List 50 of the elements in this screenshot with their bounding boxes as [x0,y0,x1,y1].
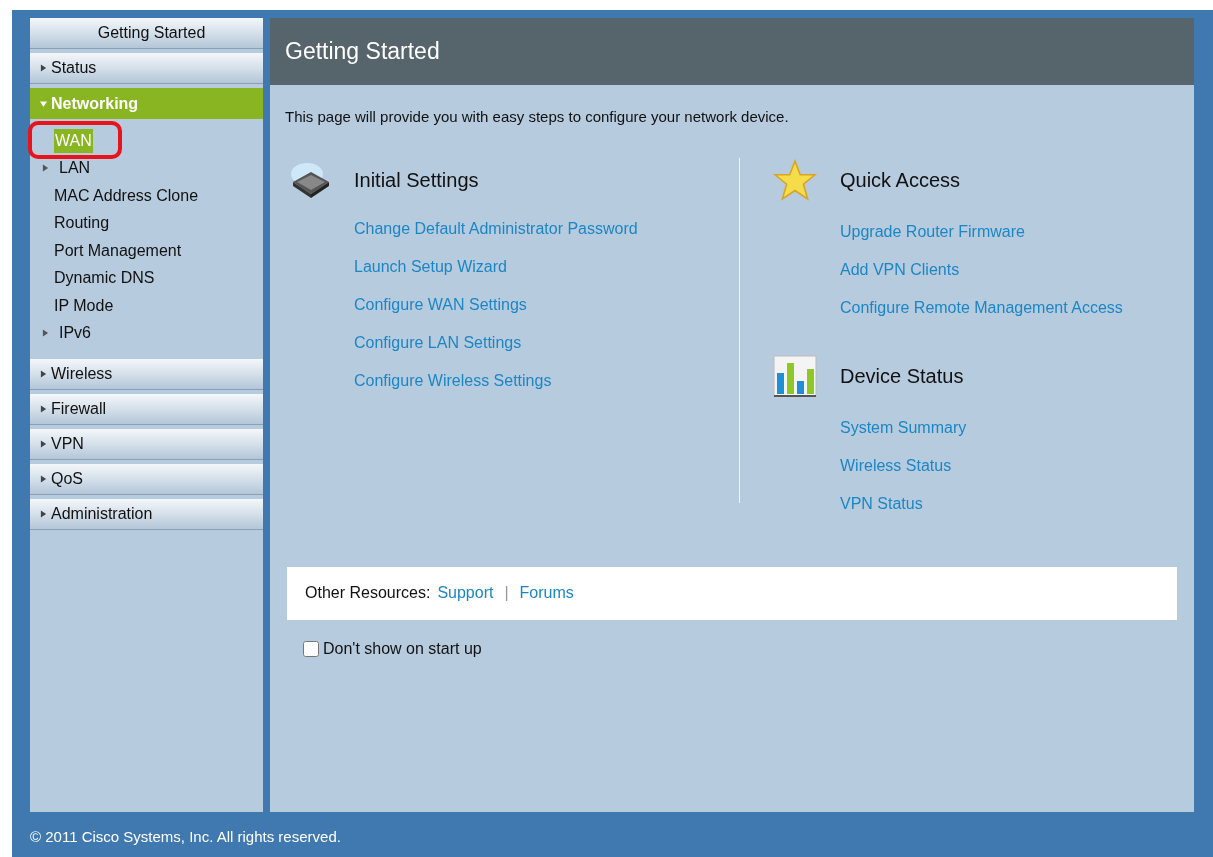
separator: | [503,583,510,603]
nav-item[interactable]: VPN [30,429,263,460]
section-title: Initial Settings [354,167,479,193]
checkbox[interactable] [303,640,319,657]
nav-subitem[interactable]: IPv6 [59,321,91,346]
nav-subitem[interactable]: WAN [54,128,93,153]
link[interactable]: Configure Remote Management Access [840,295,1123,320]
link[interactable]: Add VPN Clients [840,257,960,282]
link[interactable]: Configure LAN Settings [354,330,522,355]
caret-right-icon [40,405,47,413]
nav-item[interactable]: Getting Started [30,18,263,49]
nav-subitem[interactable]: IP Mode [54,293,114,318]
page-title: Getting Started [285,37,440,67]
resources-label: Other Resources: [305,583,431,603]
nav-item[interactable]: Status [30,53,263,84]
section-title: Quick Access [840,167,961,193]
nav-subitem[interactable]: MAC Address Clone [54,183,199,208]
caret-right-icon [40,64,47,72]
link[interactable]: Forums [519,581,574,605]
caret-right-icon [42,329,49,338]
link[interactable]: Configure Wireless Settings [354,368,552,393]
caret-right-icon [40,510,47,518]
nav-item[interactable]: Networking [30,88,263,119]
nav-subitem[interactable]: Dynamic DNS [54,266,155,291]
nav-subitem[interactable]: Port Management [54,238,182,263]
nav-item[interactable]: QoS [30,464,263,495]
nav-item[interactable]: Administration [30,499,263,530]
caret-right-icon [42,164,49,173]
section-title: Device Status [840,363,964,389]
checkbox-label: Don't show on start up [323,638,482,659]
link[interactable]: Change Default Administrator Password [354,216,638,241]
nav-item[interactable]: Wireless [30,359,263,390]
caret-down-icon [40,99,47,108]
bar-chart-icon [773,354,817,397]
link[interactable]: VPN Status [840,491,923,516]
star-icon [773,158,817,201]
nav-item[interactable]: Firewall [30,394,263,425]
copyright-text: © 2011 Cisco Systems, Inc. All rights reserved. [30,828,341,845]
link[interactable]: System Summary [840,415,967,440]
caret-right-icon [40,370,47,378]
link[interactable]: Configure WAN Settings [354,292,527,317]
link[interactable]: Upgrade Router Firmware [840,219,1025,244]
link[interactable]: Launch Setup Wizard [354,254,507,279]
link[interactable]: Support [437,581,494,605]
intro-text: This page will provide you with easy steps to configure your network device. [284,107,790,127]
nav-subitem[interactable]: LAN [59,156,91,181]
link[interactable]: Wireless Status [840,453,952,478]
caret-right-icon [40,475,47,483]
nav-subitem[interactable]: Routing [54,211,110,236]
caret-right-icon [40,440,47,448]
